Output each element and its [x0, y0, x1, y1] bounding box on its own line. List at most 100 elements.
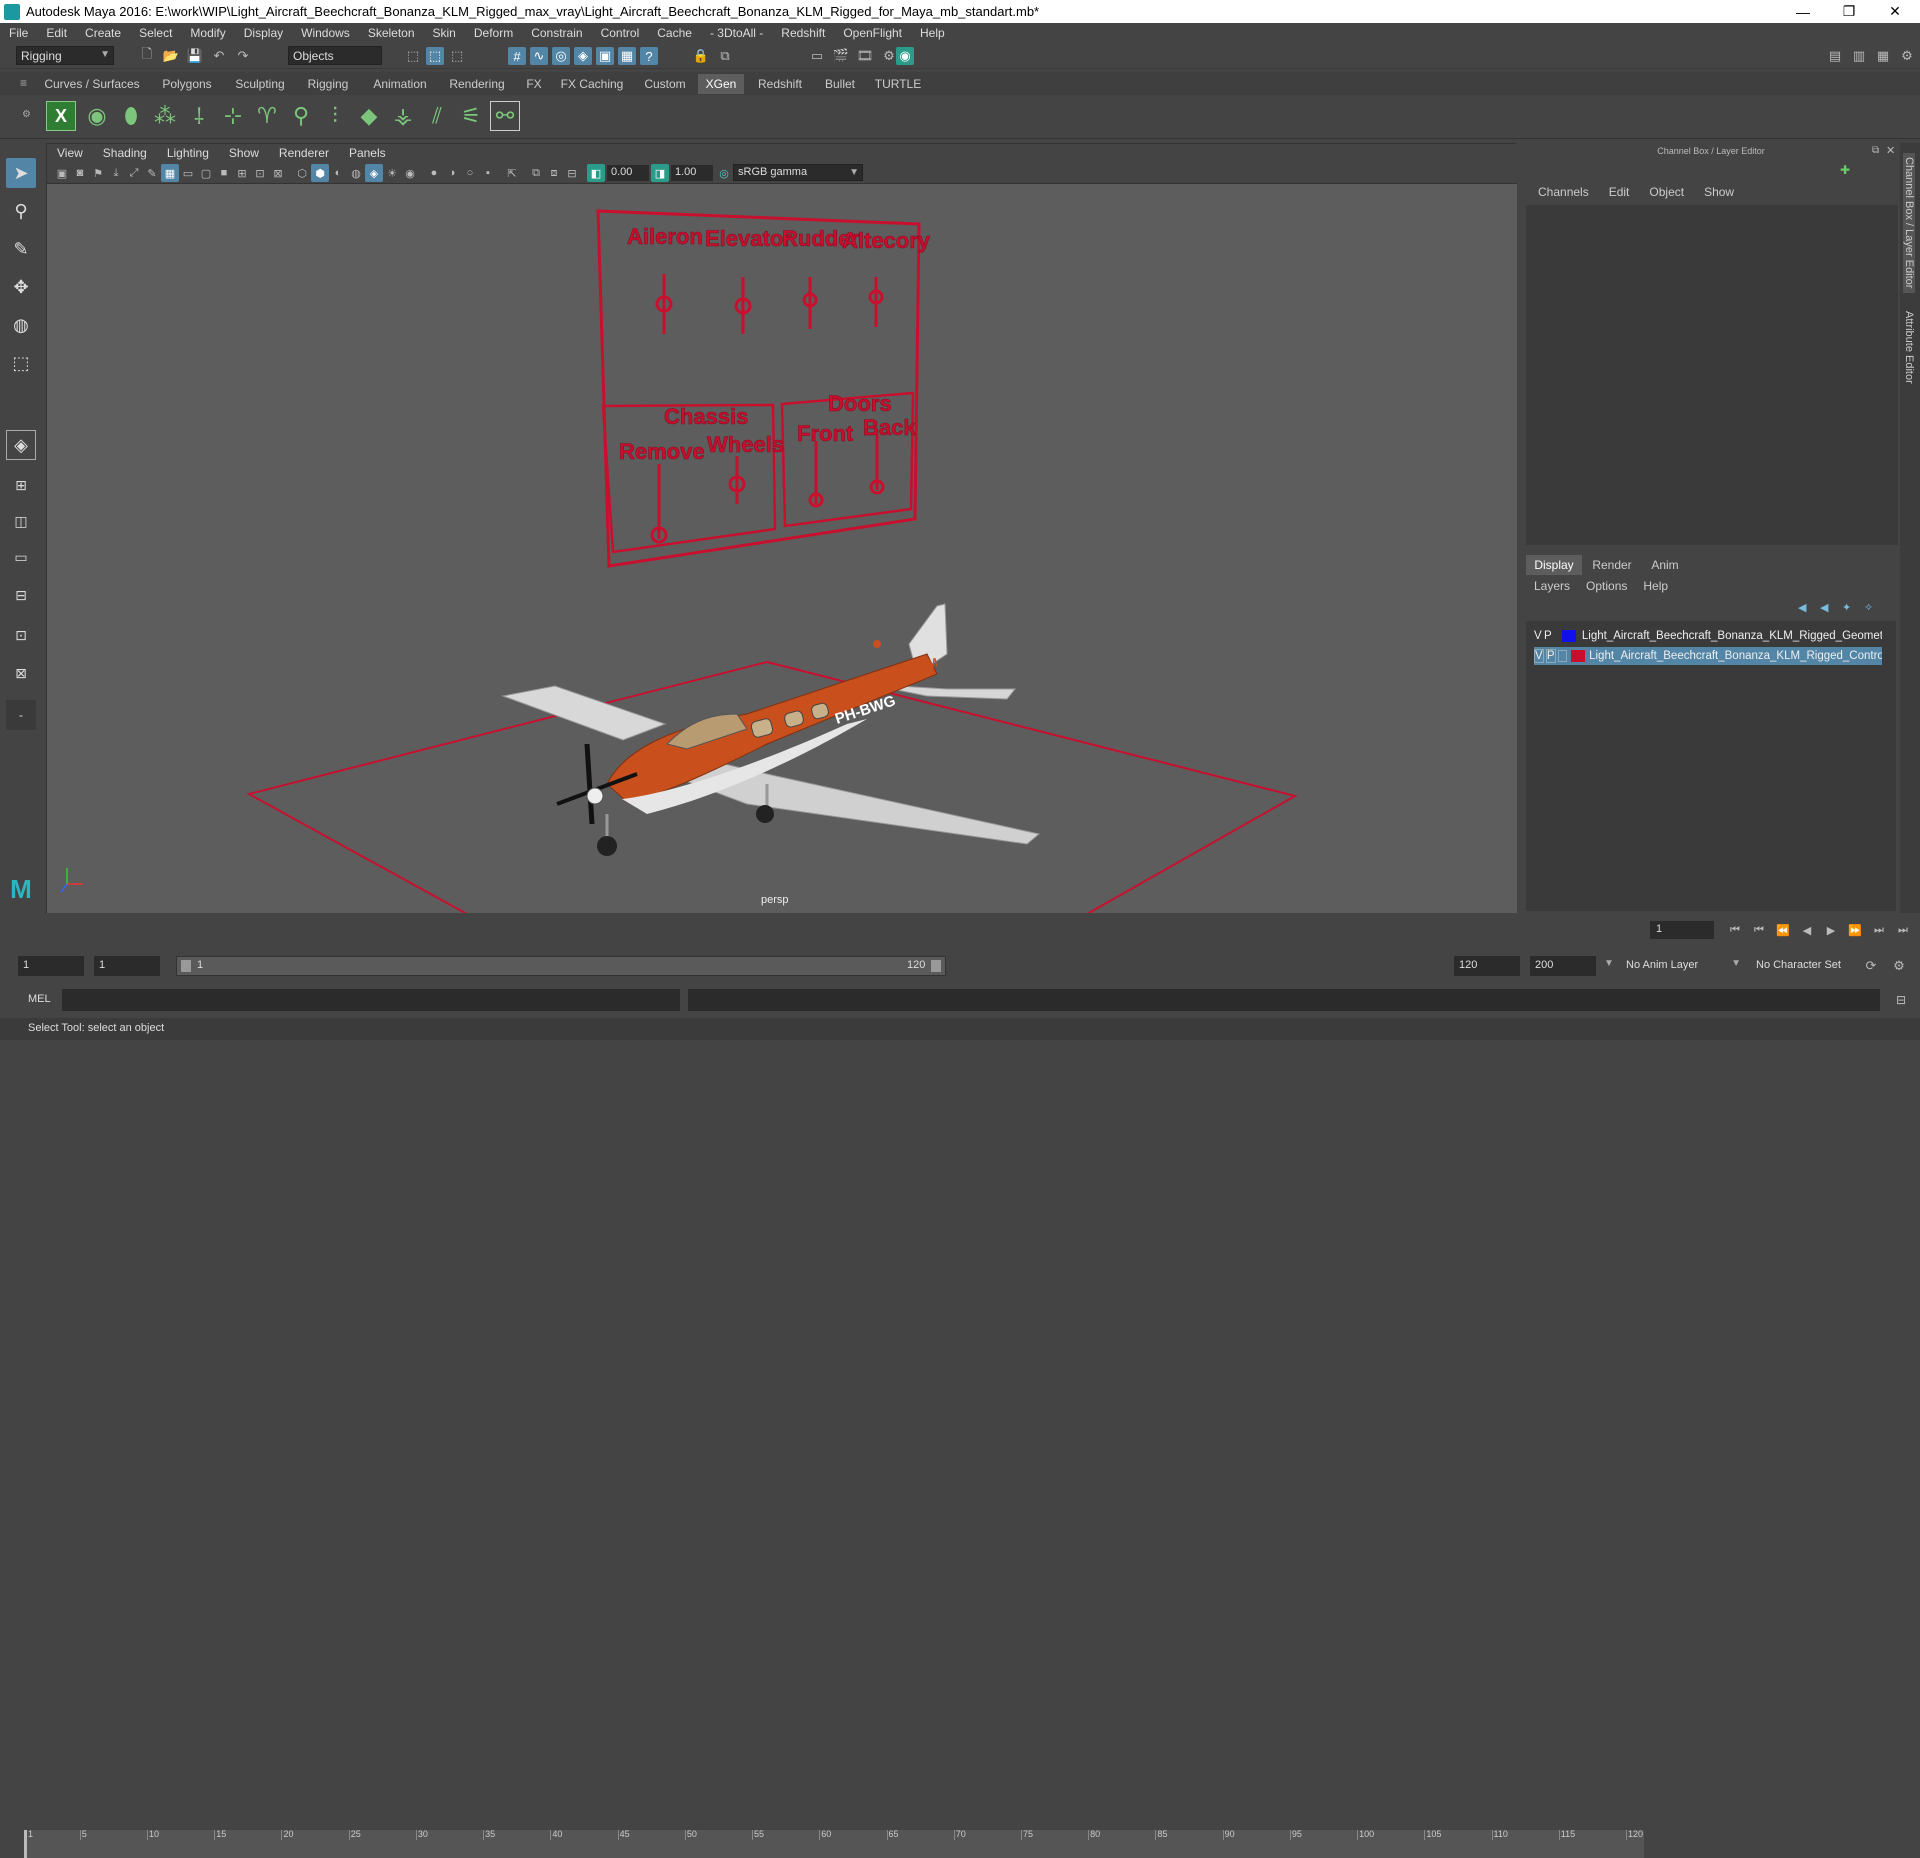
- shelf-menu-icon[interactable]: ≡: [20, 76, 34, 90]
- tab-bullet[interactable]: Bullet: [814, 74, 866, 94]
- xgen-guide-lock-icon[interactable]: ⚲: [286, 101, 316, 131]
- render-frame-icon[interactable]: 🎬: [832, 47, 850, 65]
- grease-pencil-icon[interactable]: ✎: [143, 164, 161, 182]
- persp-outliner-layout-icon[interactable]: ⊟: [6, 580, 36, 610]
- field-chart-icon[interactable]: ⊞: [233, 164, 251, 182]
- xgen-sculpt-guide-icon[interactable]: ⸸: [184, 101, 214, 131]
- step-forward-frame-icon[interactable]: ⏩: [1846, 921, 1864, 939]
- script-editor-icon[interactable]: ⊟: [1892, 991, 1910, 1009]
- snap-grid-icon[interactable]: #: [508, 47, 526, 65]
- viewport-menu-shading[interactable]: Shading: [93, 146, 157, 160]
- help-menu[interactable]: Help: [1635, 579, 1676, 598]
- tab-curves-surfaces[interactable]: Curves / Surfaces: [42, 74, 142, 94]
- menu-openflight[interactable]: OpenFlight: [834, 26, 911, 40]
- command-language-label[interactable]: MEL: [28, 993, 51, 1005]
- channel-box-key-icon[interactable]: ✚: [1840, 163, 1850, 177]
- timeline-ruler[interactable]: 1 5 10 15 20 25 30 35 40 45 50 55 60 65 70 75 80 85 90 95 10…: [24, 1829, 1644, 1858]
- current-time-marker[interactable]: [24, 1830, 27, 1858]
- gamma-field[interactable]: 1.00: [671, 165, 713, 181]
- side-by-side-layout-icon[interactable]: ◫: [6, 506, 36, 536]
- shadows-icon[interactable]: ☀: [383, 164, 401, 182]
- layer-visibility-toggle[interactable]: V: [1534, 649, 1544, 663]
- save-scene-icon[interactable]: 💾: [186, 47, 204, 65]
- step-back-frame-icon[interactable]: ⏪: [1774, 921, 1792, 939]
- new-empty-layer-icon[interactable]: ✦: [1842, 601, 1851, 614]
- menu-display[interactable]: Display: [235, 26, 292, 40]
- tab-rigging[interactable]: Rigging: [300, 74, 356, 94]
- xgen-add-guide-icon[interactable]: ⁂: [150, 101, 180, 131]
- snap-curve-icon[interactable]: ∿: [530, 47, 548, 65]
- xray-joints-icon[interactable]: ⧉: [527, 164, 545, 182]
- side-tab-channel-box[interactable]: Channel Box / Layer Editor: [1903, 153, 1915, 293]
- layer-row[interactable]: V P Light_Aircraft_Beechcraft_Bonanza_KL…: [1534, 627, 1882, 645]
- motion-blur-icon[interactable]: ●: [425, 164, 443, 182]
- layer-playback-toggle[interactable]: P: [1545, 649, 1556, 663]
- user-icon[interactable]: ⚙: [1898, 47, 1916, 65]
- menu-skin[interactable]: Skin: [424, 26, 465, 40]
- minimize-button[interactable]: —: [1780, 0, 1826, 23]
- xgen-bend-icon[interactable]: ⚶: [388, 101, 418, 131]
- exposure-field[interactable]: 0.00: [607, 165, 649, 181]
- tab-anim[interactable]: Anim: [1640, 555, 1690, 575]
- perspective-view[interactable]: Aileron Elevator Rudder Altecory Chassis…: [47, 184, 1517, 915]
- safe-title-icon[interactable]: ⊠: [269, 164, 287, 182]
- redo-icon[interactable]: ↷: [234, 47, 252, 65]
- move-layer-up-icon[interactable]: ◀: [1798, 601, 1806, 614]
- selection-mask-dropdown[interactable]: Objects: [288, 46, 382, 65]
- hypershade-icon[interactable]: ◉: [896, 47, 914, 65]
- select-hierarchy-icon[interactable]: ⬚: [404, 47, 422, 65]
- play-forwards-icon[interactable]: ▶: [1822, 921, 1840, 939]
- multisample-aa-icon[interactable]: ◑: [443, 164, 461, 182]
- toggle-channel-box-icon[interactable]: ▥: [1850, 47, 1868, 65]
- xgen-groom-icon[interactable]: ⚟: [456, 101, 486, 131]
- tab-polygons[interactable]: Polygons: [152, 74, 222, 94]
- command-input[interactable]: [62, 989, 680, 1011]
- menu-edit[interactable]: Edit: [37, 26, 76, 40]
- lock-icon[interactable]: 🔒: [692, 47, 710, 65]
- tab-custom[interactable]: Custom: [636, 74, 694, 94]
- object-menu[interactable]: Object: [1639, 185, 1694, 203]
- range-options-icon[interactable]: ▼: [1604, 958, 1614, 969]
- menu-file[interactable]: File: [0, 26, 37, 40]
- layers-menu[interactable]: Layers: [1526, 579, 1578, 598]
- layer-row[interactable]: V P Light_Aircraft_Beechcraft_Bonanza_KL…: [1534, 647, 1882, 665]
- animation-preferences-icon[interactable]: ⚙: [1890, 957, 1908, 975]
- xgen-eye-icon[interactable]: ◉: [82, 101, 112, 131]
- snap-help-icon[interactable]: ?: [640, 47, 658, 65]
- xray-active-icon[interactable]: ⧈: [545, 164, 563, 182]
- go-to-start-icon[interactable]: ⏮: [1726, 921, 1744, 939]
- xgen-editor-icon[interactable]: X: [46, 101, 76, 131]
- color-space-dropdown[interactable]: sRGB gamma ▼: [733, 164, 863, 181]
- select-object-icon[interactable]: ⬚: [426, 47, 444, 65]
- isolate-select-icon[interactable]: ⇱: [503, 164, 521, 182]
- select-tool-icon[interactable]: ➤: [6, 158, 36, 188]
- step-forward-key-icon[interactable]: ⏭: [1870, 921, 1888, 939]
- channels-menu[interactable]: Channels: [1528, 185, 1599, 203]
- gamma-icon[interactable]: ◨: [651, 164, 669, 182]
- undo-icon[interactable]: ↶: [210, 47, 228, 65]
- single-perspective-layout-icon[interactable]: ◈: [6, 430, 36, 460]
- menu-redshift[interactable]: Redshift: [772, 26, 834, 40]
- viewport-menu-show[interactable]: Show: [219, 146, 269, 160]
- image-plane-icon[interactable]: ⤓: [107, 164, 125, 182]
- bookmark-icon[interactable]: ⚑: [89, 164, 107, 182]
- resolution-gate-icon[interactable]: ▢: [197, 164, 215, 182]
- tab-redshift[interactable]: Redshift: [750, 74, 810, 94]
- persp-graph-layout-icon[interactable]: ▭: [6, 542, 36, 572]
- 2d-pan-zoom-icon[interactable]: ⤢: [125, 164, 143, 182]
- tab-turtle[interactable]: TURTLE: [870, 74, 926, 94]
- menu-constrain[interactable]: Constrain: [522, 26, 591, 40]
- smooth-shade-icon[interactable]: ⬢: [311, 164, 329, 182]
- channel-list[interactable]: [1526, 205, 1898, 545]
- render-view-icon[interactable]: ▭: [808, 47, 826, 65]
- wireframe-on-shaded-icon[interactable]: ◐: [329, 164, 347, 182]
- hypershade-layout-icon[interactable]: ⊠: [6, 658, 36, 688]
- screen-space-ao-icon[interactable]: ◉: [401, 164, 419, 182]
- side-tab-attribute-editor[interactable]: Attribute Editor: [1903, 311, 1915, 384]
- backface-icon[interactable]: ⊟: [563, 164, 581, 182]
- toggle-attribute-editor-icon[interactable]: ▦: [1874, 47, 1892, 65]
- menu-select[interactable]: Select: [130, 26, 181, 40]
- xgen-guide-cut-icon[interactable]: ♈: [252, 101, 282, 131]
- gate-mask-icon[interactable]: ■: [215, 164, 233, 182]
- range-start-handle[interactable]: [181, 960, 191, 972]
